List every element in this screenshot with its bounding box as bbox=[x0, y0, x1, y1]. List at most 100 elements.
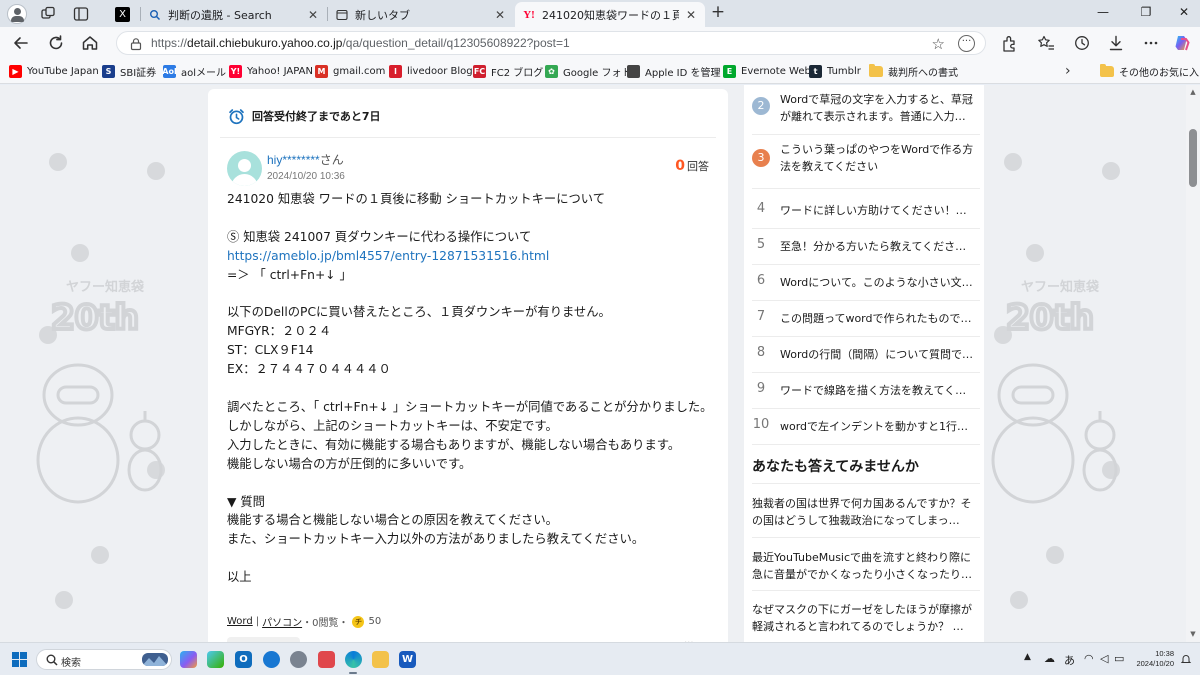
history-icon[interactable] bbox=[1072, 33, 1092, 53]
ranking-question-title[interactable]: ワードで線路を描く方法を教えてく… bbox=[780, 382, 980, 399]
profile-avatar-icon[interactable] bbox=[7, 4, 27, 24]
url-text[interactable]: https://detail.chiebukuro.yahoo.co.jp/qa… bbox=[151, 36, 570, 50]
ranking-question-title[interactable]: ワードに詳しい方助けてください！… bbox=[780, 202, 980, 219]
user-avatar[interactable] bbox=[227, 151, 262, 186]
tab-close-icon[interactable]: ✕ bbox=[307, 8, 319, 22]
favorite-link[interactable]: 裁判所への書式 bbox=[869, 64, 958, 79]
extensions-icon[interactable] bbox=[1000, 33, 1020, 53]
word-app-icon[interactable]: W bbox=[399, 651, 416, 668]
ranking-item[interactable]: 2 Wordで草冠の文字を入力すると、草冠が離れて表示されます。普通に入力… bbox=[752, 89, 980, 135]
messenger-app-icon[interactable] bbox=[263, 651, 280, 668]
ranking-item[interactable]: 4 ワードに詳しい方助けてください！… bbox=[752, 193, 980, 229]
copilot-icon[interactable] bbox=[1172, 33, 1192, 53]
user-name[interactable]: hiy******** bbox=[267, 153, 320, 167]
favorite-link[interactable]: Y! Yahoo! JAPAN bbox=[229, 64, 313, 79]
outlook-app-icon[interactable]: O bbox=[235, 651, 252, 668]
page-scrollbar[interactable]: ▲ ▼ bbox=[1186, 85, 1200, 642]
ranking-item[interactable]: 3 こういう葉っぱのやつをWordで作る方法を教えてください bbox=[752, 139, 980, 189]
scroll-up-icon[interactable]: ▲ bbox=[1189, 88, 1197, 96]
favorite-star-icon[interactable]: ☆ bbox=[932, 35, 945, 53]
favorite-link[interactable]: ✿ Google フォト bbox=[545, 64, 631, 79]
url-path: /qa/question_detail/q12305608922?post=1 bbox=[342, 36, 570, 50]
favorite-label: YouTube Japan bbox=[27, 66, 99, 77]
scrollbar-thumb[interactable] bbox=[1189, 129, 1197, 187]
unanswered-question-link[interactable]: なぜマスクの下にガーゼをしたほうが摩擦が軽減されると言われてるのでしょうか？ … bbox=[752, 601, 980, 635]
wifi-icon[interactable]: ◠ bbox=[1084, 652, 1094, 665]
onedrive-cloud-icon[interactable]: ☁ bbox=[1044, 652, 1055, 665]
workspaces-icon[interactable] bbox=[39, 5, 57, 23]
home-icon[interactable] bbox=[79, 32, 101, 54]
scroll-down-icon[interactable]: ▼ bbox=[1189, 630, 1197, 638]
download-icon[interactable] bbox=[1106, 33, 1126, 53]
taskbar-search[interactable]: 検索 bbox=[36, 649, 172, 670]
folder-icon bbox=[1100, 64, 1114, 77]
ranking-question-title[interactable]: 至急！分かる方いたら教えてくださ… bbox=[780, 238, 980, 255]
ranking-question-title[interactable]: この問題ってwordで作られたもので… bbox=[780, 310, 980, 327]
user-name-link[interactable]: hiy********さん bbox=[267, 151, 344, 168]
copilot-app-icon[interactable] bbox=[180, 651, 197, 668]
lock-icon[interactable] bbox=[129, 37, 143, 51]
ranking-question-title[interactable]: Wordで草冠の文字を入力すると、草冠が離れて表示されます。普通に入力… bbox=[780, 91, 980, 125]
snipping-tool-icon[interactable] bbox=[318, 651, 335, 668]
tray-chevron-icon[interactable]: ▲ bbox=[1024, 652, 1031, 662]
favorite-link[interactable]: E Evernote Web bbox=[723, 64, 811, 79]
more-options-icon[interactable]: ··· bbox=[958, 35, 975, 52]
restore-button[interactable]: ❐ bbox=[1137, 5, 1155, 23]
menu-dots-icon[interactable] bbox=[1141, 33, 1161, 53]
ranking-item[interactable]: 9 ワードで線路を描く方法を教えてく… bbox=[752, 373, 980, 409]
edge-browser-icon[interactable] bbox=[345, 651, 362, 668]
tab-actions-icon[interactable] bbox=[72, 5, 90, 23]
category-link-word[interactable]: Word bbox=[227, 616, 253, 627]
favorite-label: 裁判所への書式 bbox=[888, 68, 958, 79]
question-text-top: 241020 知恵袋 ワードの１頁後に移動 ショートカットキーについて Ⓢ 知恵… bbox=[227, 192, 606, 244]
page-viewport: ヤフー知恵袋 20th ヤフー知恵袋 20th 回答受付終了まであと7日 hiy… bbox=[0, 85, 1200, 642]
ranking-item[interactable]: 8 Wordの行間（間隔）について質問で… bbox=[752, 337, 980, 373]
favorite-link[interactable]: l livedoor Blog bbox=[389, 64, 473, 79]
tab-search[interactable]: 判断の遺脱 - Search ✕ bbox=[141, 2, 327, 27]
question-link[interactable]: https://ameblo.jp/bml4557/entry-12871531… bbox=[227, 249, 549, 263]
ranking-question-title[interactable]: Wordについて。このような小さい文… bbox=[780, 274, 980, 291]
category-link-pc[interactable]: パソコン bbox=[262, 614, 302, 629]
ranking-item[interactable]: 7 この問題ってwordで作られたもので… bbox=[752, 301, 980, 337]
favorite-link[interactable]: Mgmail.com bbox=[315, 64, 385, 79]
ranking-item[interactable]: 10 wordで左インデントを動かすと1行… bbox=[752, 409, 980, 445]
notification-bell-icon[interactable] bbox=[1180, 653, 1192, 665]
minimize-button[interactable]: — bbox=[1094, 5, 1112, 23]
close-window-button[interactable]: ✕ bbox=[1175, 5, 1193, 23]
ranking-question-title[interactable]: wordで左インデントを動かすと1行… bbox=[780, 418, 980, 435]
coin-icon: チ bbox=[352, 615, 365, 628]
photos-app-icon[interactable] bbox=[207, 651, 224, 668]
ranking-question-title[interactable]: こういう葉っぱのやつをWordで作る方法を教えてください bbox=[780, 141, 980, 175]
windows-start-icon[interactable] bbox=[12, 652, 27, 667]
tab-close-icon[interactable]: ✕ bbox=[494, 8, 506, 22]
favorites-overflow-icon[interactable]: › bbox=[1065, 63, 1071, 79]
battery-icon[interactable]: ▭ bbox=[1114, 652, 1124, 665]
favorite-link[interactable]: Aol aolメール bbox=[162, 64, 226, 79]
taskbar-clock[interactable]: 10:38 2024/10/20 bbox=[1128, 649, 1174, 669]
tab-new-tab[interactable]: 新しいタブ ✕ bbox=[328, 2, 514, 27]
tab-active-chiebukuro[interactable]: Y! 241020知恵袋ワードの１頁後に移動 ✕ bbox=[515, 2, 705, 27]
ranking-question-title[interactable]: Wordの行間（間隔）について質問で… bbox=[780, 346, 980, 363]
ranking-item[interactable]: 6 Wordについて。このような小さい文… bbox=[752, 265, 980, 301]
favorite-site-icon: E bbox=[723, 65, 736, 78]
tab-x[interactable]: X bbox=[108, 2, 140, 27]
favorite-link[interactable]: t Tumblr bbox=[809, 64, 861, 79]
other-favorites-folder[interactable]: その他のお気に入り bbox=[1100, 64, 1200, 79]
unanswered-question-link[interactable]: 最近YouTubeMusicで曲を流すと終わり際に急に音量がでかくなったり小さく… bbox=[752, 549, 980, 583]
ranking-item[interactable]: 5 至急！分かる方いたら教えてくださ… bbox=[752, 229, 980, 265]
new-tab-button[interactable]: + bbox=[709, 4, 727, 22]
favorite-link[interactable]: Apple ID を管理 bbox=[627, 64, 720, 79]
file-explorer-icon[interactable] bbox=[372, 651, 389, 668]
settings-gear-icon[interactable] bbox=[290, 651, 307, 668]
volume-icon[interactable]: ◁ bbox=[1100, 652, 1108, 665]
back-arrow-icon[interactable] bbox=[10, 32, 32, 54]
favorite-link[interactable]: ▶ YouTube Japan bbox=[9, 64, 99, 79]
favorite-link[interactable]: S SBI証券 bbox=[102, 64, 156, 79]
unanswered-question-link[interactable]: 独裁者の国は世界で何カ国あるんですか？その国はどうして独裁政治になってしまっ… bbox=[752, 495, 980, 529]
tab-close-icon[interactable]: ✕ bbox=[685, 8, 697, 22]
refresh-icon[interactable] bbox=[45, 32, 67, 54]
favorites-icon[interactable] bbox=[1036, 33, 1056, 53]
address-bar[interactable]: https://detail.chiebukuro.yahoo.co.jp/qa… bbox=[116, 31, 986, 55]
favorite-link[interactable]: FC FC2 ブログ bbox=[473, 64, 543, 79]
ime-indicator[interactable]: あ bbox=[1064, 652, 1075, 668]
